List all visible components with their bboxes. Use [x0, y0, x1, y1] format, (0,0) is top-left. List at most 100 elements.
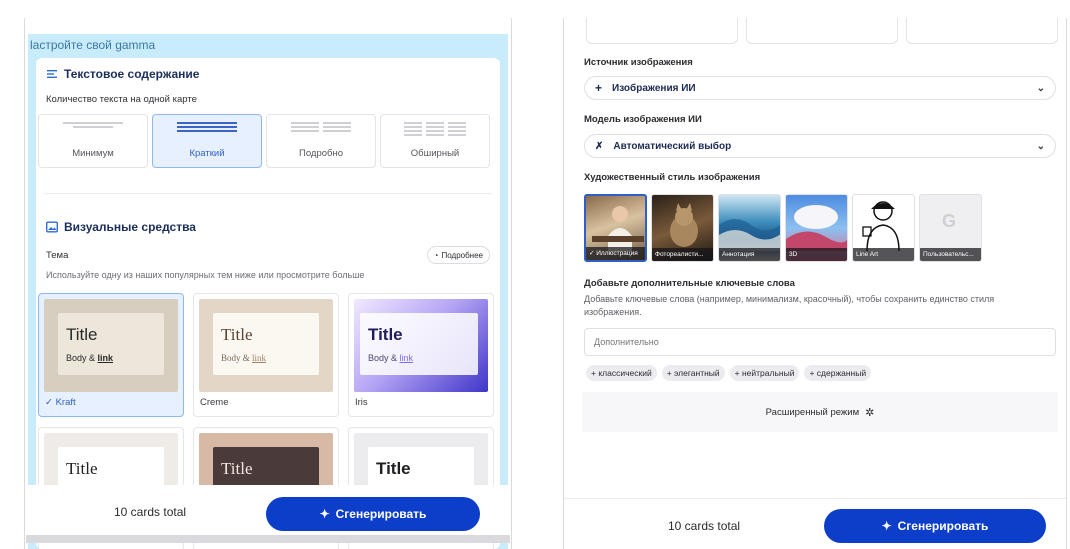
theme-hint: Используйте одну из наших популярных тем… — [46, 270, 365, 280]
visuals-heading: Визуальные средства — [45, 220, 196, 234]
keywords-input[interactable] — [584, 328, 1056, 356]
image-source-label: Источник изображения — [584, 57, 693, 68]
style-abstract[interactable]: Аннотация — [718, 194, 781, 262]
theme-body: Body & link — [66, 353, 113, 363]
image-icon — [45, 221, 59, 233]
footer-scrollbar[interactable] — [26, 535, 510, 543]
keyword-suggestions: + классический + элегантный + нейтральны… — [586, 365, 872, 381]
image-source-select[interactable]: + Изображения ИИ ⌄ — [584, 76, 1056, 100]
sparkle-icon: ✦ — [881, 519, 892, 533]
density-label: Обширный — [410, 148, 460, 159]
keyword-chip[interactable]: + сдержанный — [804, 365, 872, 381]
theme-title: Title — [66, 459, 98, 478]
settings-card: Текстовое содержание Количество текста н… — [36, 58, 500, 549]
theme-title: Title — [221, 459, 253, 478]
style-caption: Пользовательс... — [920, 248, 981, 261]
density-label: Минимум — [72, 148, 114, 159]
style-custom[interactable]: G Пользовательс... — [919, 194, 982, 262]
keywords-hint: Добавьте ключевые слова (например, миним… — [584, 294, 995, 317]
theme-name: Creme — [200, 397, 229, 408]
theme-preview: Title Body & link — [199, 299, 333, 392]
model-select[interactable]: ✗ Автоматический выбор ⌄ — [584, 134, 1056, 158]
theme-sheet: Title Body & link — [360, 313, 478, 375]
text-content-heading: Текстовое содержание — [46, 67, 199, 81]
theme-body: Body & link — [221, 353, 266, 363]
model-label: Модель изображения ИИ — [584, 114, 702, 125]
text-lines-icon — [46, 68, 58, 80]
chevron-down-icon: ⌄ — [1036, 140, 1045, 152]
field-box[interactable] — [746, 18, 898, 44]
theme-label: Тема — [46, 250, 69, 261]
illustration-thumbnail — [592, 206, 644, 252]
density-option-minimum[interactable]: Минимум — [38, 114, 148, 168]
theme-link: link — [97, 353, 114, 363]
field-box[interactable] — [586, 18, 738, 44]
theme-card-kraft[interactable]: Title Body & link ✓ Kraft — [38, 293, 184, 417]
style-line-art[interactable]: Line Art — [852, 194, 915, 262]
theme-link: link — [252, 353, 267, 363]
density-option-extensive[interactable]: Обширный — [380, 114, 490, 168]
generate-label: Сгенерировать — [335, 507, 427, 521]
generate-label: Сгенерировать — [897, 519, 989, 533]
visuals-title: Визуальные средства — [64, 220, 196, 234]
art-style-label: Художественный стиль изображения — [584, 172, 761, 183]
clouds-thumbnail — [786, 205, 847, 251]
theme-name: ✓ Kraft — [45, 397, 76, 408]
generate-button[interactable]: ✦ Сгенерировать — [824, 509, 1046, 543]
field-box[interactable] — [906, 18, 1058, 44]
theme-title: Title — [221, 325, 253, 344]
cards-count: 10 cards total — [114, 505, 187, 519]
keyword-chip[interactable]: + нейтральный — [729, 365, 800, 381]
text-amount-label: Количество текста на одной карте — [46, 94, 197, 105]
density-preview — [177, 122, 237, 132]
density-preview — [404, 122, 466, 136]
image-source-value: Изображения ИИ — [612, 82, 696, 94]
art-style-options: ✓ Иллюстрация Фотореалисти... Аннотация … — [584, 194, 982, 262]
theme-sheet: Title Body & link — [58, 313, 164, 375]
theme-card-creme[interactable]: Title Body & link Creme — [193, 293, 339, 417]
style-illustration[interactable]: ✓ Иллюстрация — [584, 194, 647, 262]
chevron-down-icon: ⌄ — [1036, 82, 1045, 94]
style-caption: 3D — [786, 248, 847, 261]
theme-title: Title — [368, 325, 403, 344]
theme-name: Iris — [355, 397, 368, 408]
text-density-options: Минимум Краткий Подробно Обширный — [38, 114, 490, 168]
more-themes-button[interactable]: ◔ Подробнее — [426, 246, 490, 264]
right-footer: 10 cards total ✦ Сгенерировать — [564, 498, 1066, 549]
style-caption: Line Art — [853, 248, 914, 261]
left-footer: 10 cards total ✦ Сгенерировать — [26, 485, 510, 535]
theme-title: Title — [376, 459, 411, 478]
line-art-thumbnail — [862, 201, 900, 252]
theme-card-iris[interactable]: Title Body & link Iris — [348, 293, 494, 417]
theme-body-text: Body & — [66, 353, 98, 363]
style-photorealistic[interactable]: Фотореалисти... — [651, 194, 714, 262]
generate-button[interactable]: ✦ Сгенерировать — [266, 497, 480, 531]
style-caption: Фотореалисти... — [652, 248, 713, 261]
sparkle-icon: ✦ — [319, 507, 330, 521]
waves-thumbnail — [719, 219, 780, 251]
theme-link: link — [399, 353, 414, 363]
theme-body-text: Body & — [368, 353, 400, 363]
keywords-label: Добавьте дополнительные ключевые слова — [584, 278, 795, 289]
theme-title: Title — [66, 325, 98, 344]
palette-icon: ◔ — [433, 250, 439, 260]
density-preview — [291, 122, 351, 132]
plus-icon: + — [595, 81, 603, 95]
density-option-brief[interactable]: Краткий — [152, 114, 262, 168]
magic-wand-icon: ✗ — [595, 140, 604, 152]
keyword-chip[interactable]: + элегантный — [661, 365, 725, 381]
customize-panel: lастройте свой gamma Текстовое содержани… — [24, 18, 512, 549]
style-caption: ✓ Иллюстрация — [586, 247, 645, 260]
panel-header: lастройте свой gamma — [28, 34, 508, 58]
keyword-chip[interactable]: + классический — [586, 365, 657, 381]
top-field-row — [586, 18, 1058, 44]
theme-body-text: Body & — [221, 353, 253, 363]
theme-body: Body & link — [368, 353, 413, 363]
style-3d[interactable]: 3D — [785, 194, 848, 262]
advanced-mode-toggle[interactable]: Расширенный режим ✲ — [582, 392, 1058, 432]
density-option-detailed[interactable]: Подробно — [266, 114, 376, 168]
text-content-title: Текстовое содержание — [64, 67, 200, 81]
panel-body: Текстовое содержание Количество текста н… — [28, 58, 508, 549]
density-label: Краткий — [189, 148, 225, 159]
section-divider — [44, 193, 492, 194]
